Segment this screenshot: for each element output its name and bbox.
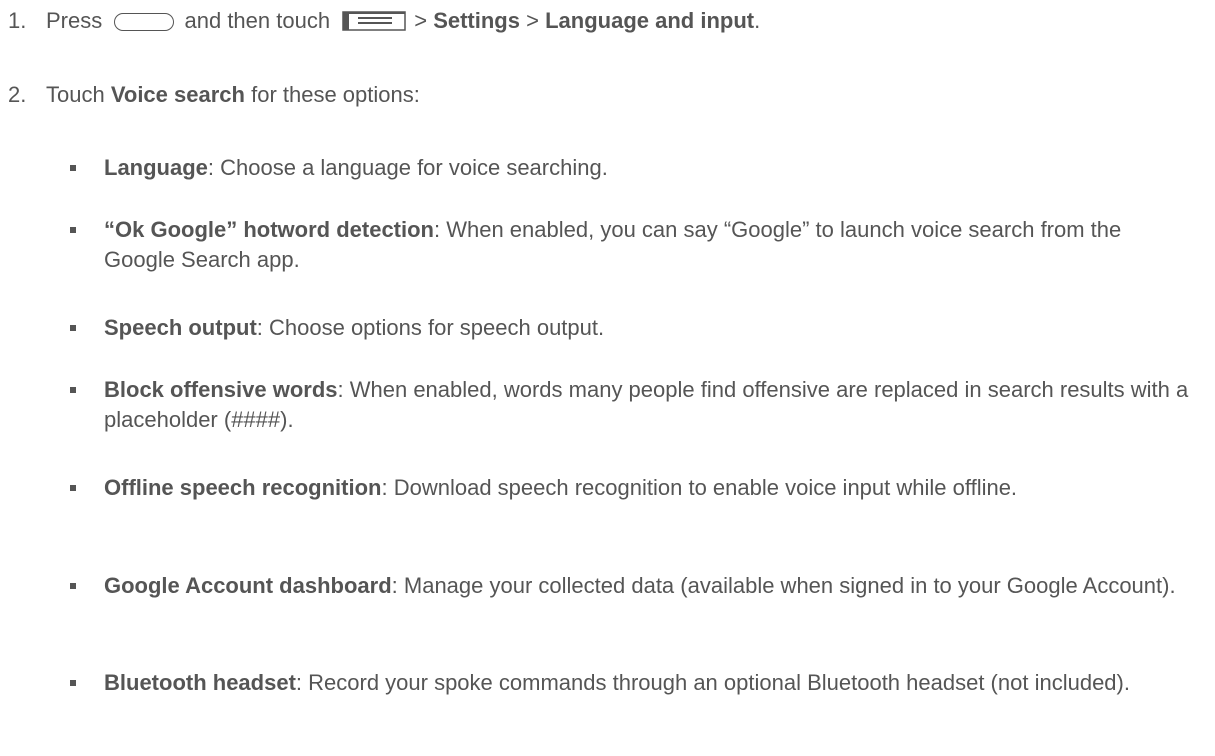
bullet-icon <box>70 485 76 491</box>
menu-key-icon <box>342 11 406 31</box>
bullet-icon <box>70 583 76 589</box>
option-desc: : Download speech recognition to enable … <box>381 475 1018 500</box>
step-number: 1. <box>8 8 27 33</box>
option-desc: : Record your spoke commands through an … <box>295 670 1130 695</box>
bullet-icon <box>70 165 76 171</box>
settings-label: Settings <box>433 8 520 33</box>
step-text-rest: for these options: <box>251 82 420 107</box>
step-1: 1. Press and then touch > Settings > Lang… <box>8 6 760 36</box>
path-separator: > <box>414 8 428 33</box>
option-term: Speech output <box>104 315 257 340</box>
option-term: “Ok Google” hotword detection <box>104 217 434 242</box>
bullet-icon <box>70 227 76 233</box>
option-term: Google Account dashboard <box>104 573 392 598</box>
option-item: “Ok Google” hotword detection: When enab… <box>70 215 1190 275</box>
option-desc: : Choose options for speech output. <box>256 315 605 340</box>
option-term: Block offensive words <box>104 377 338 402</box>
option-desc: : Choose a language for voice searching. <box>207 155 608 180</box>
step-text-press: Press <box>46 8 103 33</box>
bullet-icon <box>70 325 76 331</box>
option-item: Language: Choose a language for voice se… <box>70 153 1190 183</box>
option-desc: : Manage your collected data (available … <box>391 573 1176 598</box>
option-item: Bluetooth headset: Record your spoke com… <box>70 668 1190 698</box>
bullet-icon <box>70 680 76 686</box>
language-input-label: Language and input <box>545 8 755 33</box>
option-item: Google Account dashboard: Manage your co… <box>70 571 1190 601</box>
voice-search-label: Voice search <box>110 82 245 107</box>
option-item: Block offensive words: When enabled, wor… <box>70 375 1190 435</box>
option-term: Bluetooth headset <box>104 670 296 695</box>
bullet-icon <box>70 387 76 393</box>
step-text-touch: Touch <box>46 82 105 107</box>
option-term: Offline speech recognition <box>104 475 382 500</box>
step-number: 2. <box>8 82 27 107</box>
option-item: Speech output: Choose options for speech… <box>70 313 1190 343</box>
step-end: . <box>754 8 761 33</box>
step-2: 2. Touch Voice search for these options: <box>8 80 420 110</box>
home-key-icon <box>114 13 175 31</box>
option-term: Language <box>104 155 208 180</box>
step-text-then-touch: and then touch <box>184 8 331 33</box>
path-separator: > <box>526 8 539 33</box>
option-item: Offline speech recognition: Download spe… <box>70 473 1190 503</box>
